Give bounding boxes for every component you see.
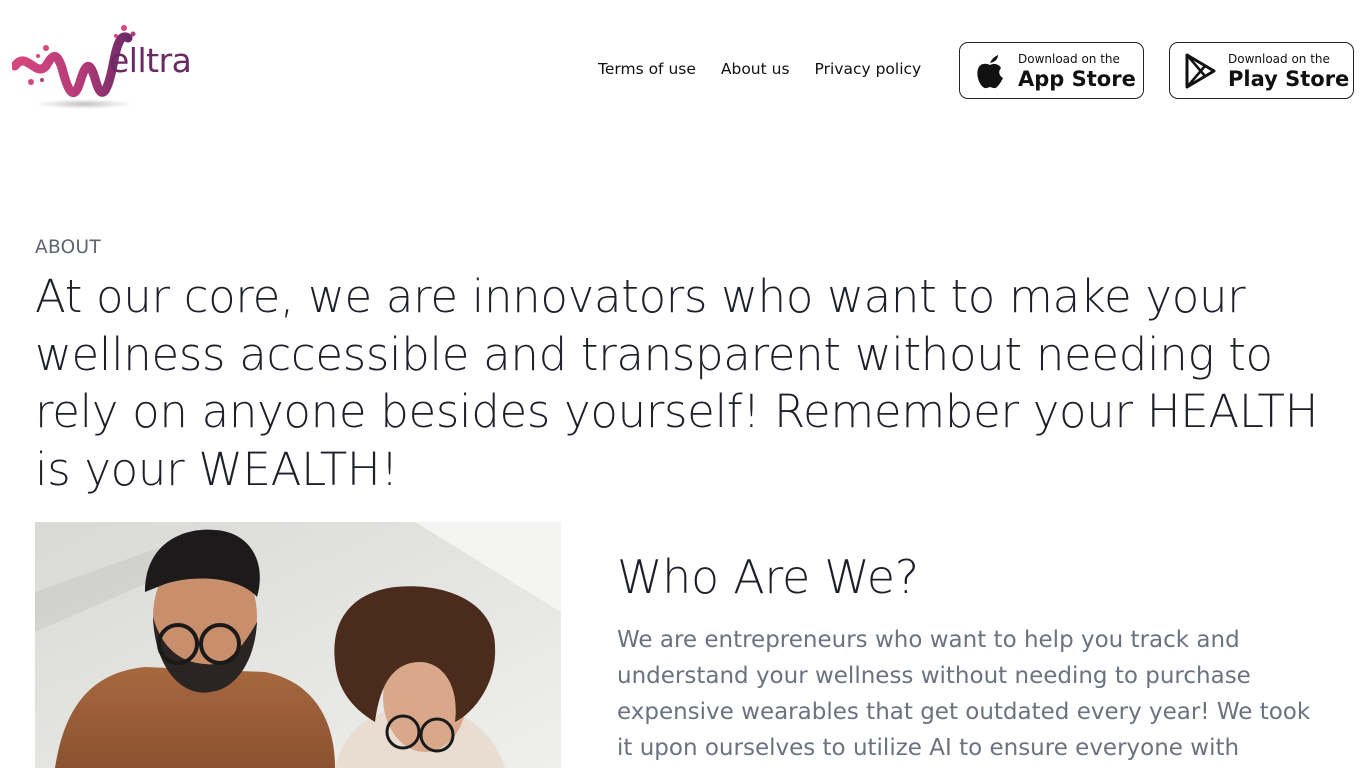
app-store-label: App Store — [1018, 67, 1136, 91]
section-eyebrow: ABOUT — [35, 237, 101, 258]
logo-wordmark: elltra — [109, 41, 192, 80]
app-store-button[interactable]: Download on the App Store — [959, 42, 1144, 99]
nav-terms-of-use[interactable]: Terms of use — [598, 58, 696, 80]
top-nav: Terms of use About us Privacy policy — [598, 58, 921, 80]
app-store-small-text: Download on the — [1018, 52, 1120, 66]
play-store-label: Play Store — [1228, 67, 1350, 91]
play-store-button[interactable]: Download on the Play Store — [1169, 42, 1354, 99]
who-are-we-title: Who Are We? — [617, 550, 919, 604]
nav-privacy-policy[interactable]: Privacy policy — [815, 58, 922, 80]
nav-about-us[interactable]: About us — [721, 58, 790, 80]
two-people-photo — [35, 522, 561, 768]
logo[interactable]: elltra — [0, 0, 240, 120]
site-header: elltra Terms of use About us Privacy pol… — [0, 0, 1366, 130]
apple-icon — [977, 55, 1003, 89]
play-store-small-text: Download on the — [1228, 52, 1330, 66]
play-store-icon — [1185, 53, 1216, 89]
who-are-we-body: We are entrepreneurs who want to help yo… — [617, 627, 1311, 761]
page: elltra Terms of use About us Privacy pol… — [0, 0, 1366, 768]
hero-headline: At our core, we are innovators who want … — [35, 270, 1319, 496]
